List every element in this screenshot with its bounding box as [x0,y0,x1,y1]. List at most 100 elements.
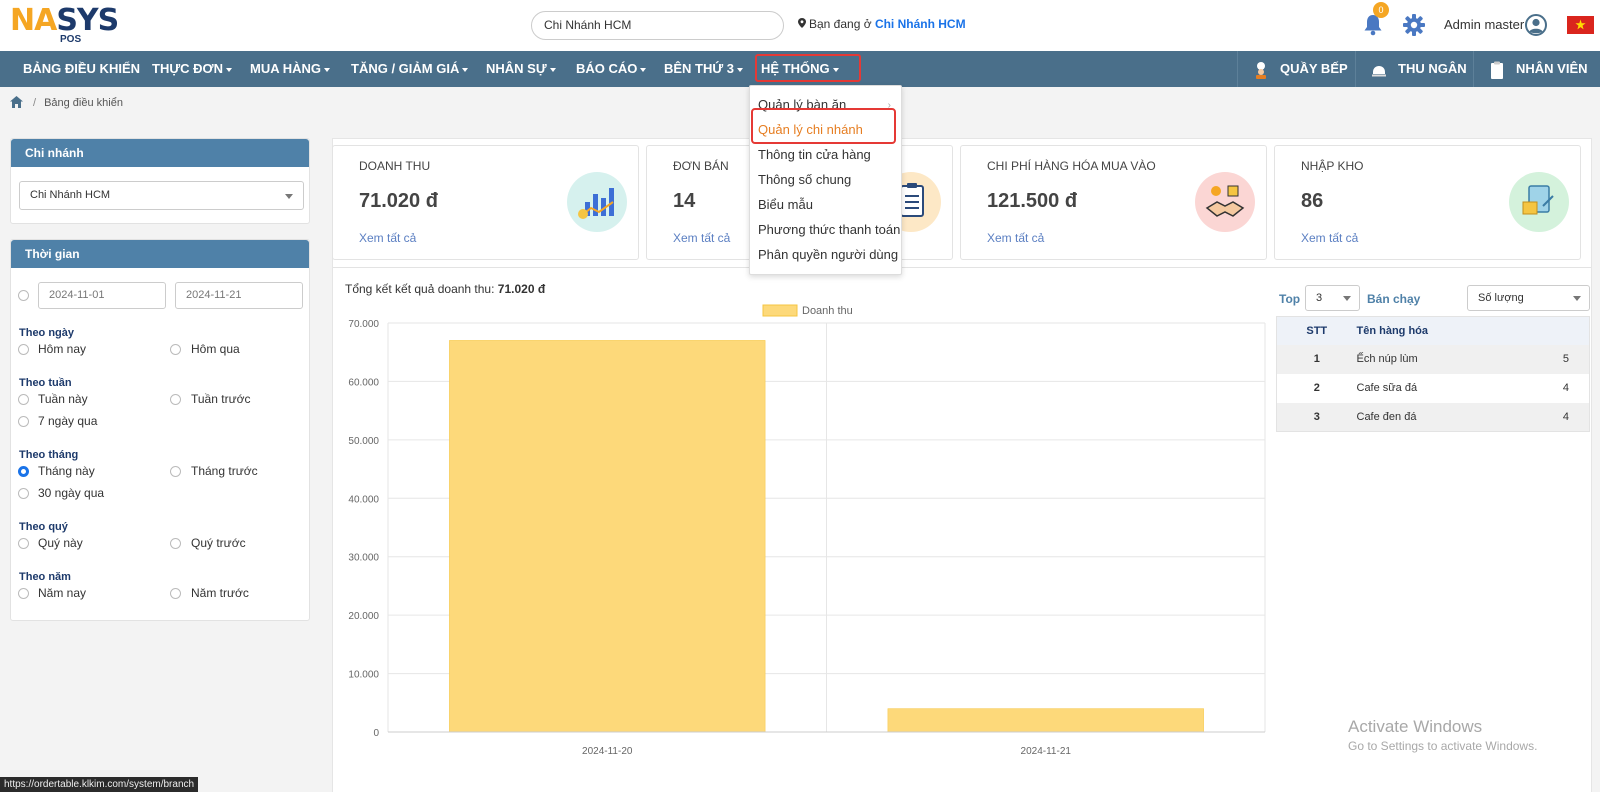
radio-this-quarter[interactable] [18,538,29,549]
y-tick-label: 10.000 [348,670,379,681]
branch-panel-title: Chi nhánh [11,139,309,167]
chevron-down-icon [324,67,331,72]
radio-yesterday[interactable] [170,344,181,355]
nav-purchasing[interactable]: MUA HÀNG [250,51,331,87]
card-purchase-cost: CHI PHÍ HÀNG HÓA MUA VÀO 121.500 đ Xem t… [960,145,1267,260]
radio-last-week[interactable] [170,394,181,405]
top-products-table: STT Tên hàng hóa 1 Ếch núp lùm 5 2 Cafe … [1276,316,1590,432]
logo-sys: SYS [56,3,119,38]
table-row[interactable]: 3 Cafe đen đá 4 [1276,402,1590,432]
header-qty [1526,316,1590,345]
date-from-input[interactable]: 2024-11-01 [38,282,166,309]
menu-item-branches[interactable]: Quản lý chi nhánh [758,122,863,137]
label-this-quarter[interactable]: Quý này [38,536,83,550]
radio-last-year[interactable] [170,588,181,599]
bar [887,708,1204,733]
chef-icon [1256,61,1266,79]
chevron-down-icon [1573,296,1581,301]
gear-icon[interactable] [1403,14,1425,36]
label-last-30-days[interactable]: 30 ngày qua [38,486,104,500]
radio-last-month[interactable] [170,466,181,477]
nav-menu[interactable]: THỰC ĐƠN [152,51,232,87]
x-tick-label: 2024-11-20 [582,746,633,757]
vietnam-flag-icon[interactable] [1567,16,1594,34]
nasys-logo[interactable]: NASYS POS [10,3,130,46]
row-product-name: Ếch núp lùm [1356,344,1527,374]
radio-this-year[interactable] [18,588,29,599]
map-pin-icon [798,18,806,28]
home-icon[interactable] [10,96,23,108]
warehouse-import-icon [1509,172,1569,232]
nav-third-party[interactable]: BÊN THỨ 3 [664,51,744,87]
card-orders-title: ĐƠN BÁN [673,159,729,173]
chevron-down-icon [640,67,647,72]
card-revenue-title: DOANH THU [359,159,431,173]
nav-reports[interactable]: BÁO CÁO [576,51,647,87]
main-navbar: BẢNG ĐIỀU KHIỂN THỰC ĐƠN MUA HÀNG TĂNG /… [0,51,1600,87]
label-this-week[interactable]: Tuần này [38,392,88,406]
row-product-name: Cafe đen đá [1356,402,1527,432]
revenue-bar-chart: Doanh thu 0 10.000 20.000 30.000 40.000 50.000… [348,304,1266,757]
custom-range-radio[interactable] [18,290,29,301]
menu-item-payment-methods[interactable]: Phương thức thanh toán [758,222,900,237]
menu-item-store-info[interactable]: Thông tin cửa hàng [758,147,871,162]
table-row[interactable]: 2 Cafe sữa đá 4 [1277,374,1590,403]
label-last-quarter[interactable]: Quý trước [191,536,246,550]
label-last-month[interactable]: Tháng trước [191,464,258,478]
radio-today[interactable] [18,344,29,355]
chevron-down-icon [549,67,556,72]
label-this-month[interactable]: Tháng này [38,464,95,478]
card-revenue-link[interactable]: Xem tất cả [359,231,416,245]
label-this-year[interactable]: Năm nay [38,586,86,600]
time-panel: Thời gian 2024-11-01 2024-11-21 Theo ngà… [10,239,310,621]
x-tick-label: 2024-11-21 [1021,746,1072,757]
nav-kitchen[interactable]: QUẦY BẾP [1237,51,1353,87]
label-last-week[interactable]: Tuần trước [191,392,250,406]
menu-item-permissions[interactable]: Phân quyền người dùng [758,247,898,262]
menu-item-templates[interactable]: Biểu mẫu [758,197,813,212]
card-purchase-cost-link[interactable]: Xem tất cả [987,231,1044,245]
label-today[interactable]: Hôm nay [38,342,86,356]
header-product-name: Tên hàng hóa [1356,316,1527,345]
card-orders-link[interactable]: Xem tất cả [673,231,730,245]
radio-last-7-days[interactable] [18,416,29,427]
y-tick-label: 60.000 [348,377,379,388]
header-stt: STT [1276,316,1357,345]
nav-dashboard[interactable]: BẢNG ĐIỀU KHIỂN [23,51,140,87]
group-label-quarter: Theo quý [19,521,68,533]
chevron-down-icon [1343,296,1351,301]
breadcrumb-current: Bảng điều khiển [44,97,123,109]
nav-employee[interactable]: NHÂN VIÊN [1473,51,1600,87]
user-avatar-icon[interactable] [1525,14,1547,36]
nav-discounts[interactable]: TĂNG / GIẢM GIÁ [351,51,469,87]
menu-item-general-settings[interactable]: Thông số chung [758,172,851,187]
y-tick-label: 50.000 [348,436,379,447]
nav-staff[interactable]: NHÂN SỰ [486,51,556,87]
branch-search-input[interactable]: Chi Nhánh HCM [531,11,784,40]
group-label-week: Theo tuần [19,377,72,389]
radio-last-quarter[interactable] [170,538,181,549]
logo-pos: POS [60,34,82,45]
label-last-7-days[interactable]: 7 ngày qua [38,414,97,428]
radio-this-month[interactable] [18,466,29,477]
top-count-select[interactable]: 3 [1305,285,1360,311]
date-to-input[interactable]: 2024-11-21 [175,282,303,309]
cashier-bell-icon [1372,65,1386,77]
row-qty: 5 [1526,344,1590,374]
admin-name[interactable]: Admin master [1444,17,1524,32]
location-branch-link[interactable]: Chi Nhánh HCM [875,17,966,31]
table-row[interactable]: 1 Ếch núp lùm 5 [1276,344,1590,374]
card-stock-import: NHẬP KHO 86 Xem tất cả [1274,145,1581,260]
radio-this-week[interactable] [18,394,29,405]
card-stock-import-link[interactable]: Xem tất cả [1301,231,1358,245]
label-yesterday[interactable]: Hôm qua [191,342,240,356]
legend-label: Doanh thu [802,305,853,317]
section-divider [333,267,1591,268]
table-header-row: STT Tên hàng hóa [1276,316,1590,345]
sort-by-select[interactable]: Số lượng [1467,285,1590,311]
radio-last-30-days[interactable] [18,488,29,499]
y-tick-label: 0 [373,728,379,739]
branch-select[interactable]: Chi Nhánh HCM [19,181,304,210]
label-last-year[interactable]: Năm trước [191,586,249,600]
nav-cashier[interactable]: THU NGÂN [1355,51,1471,87]
